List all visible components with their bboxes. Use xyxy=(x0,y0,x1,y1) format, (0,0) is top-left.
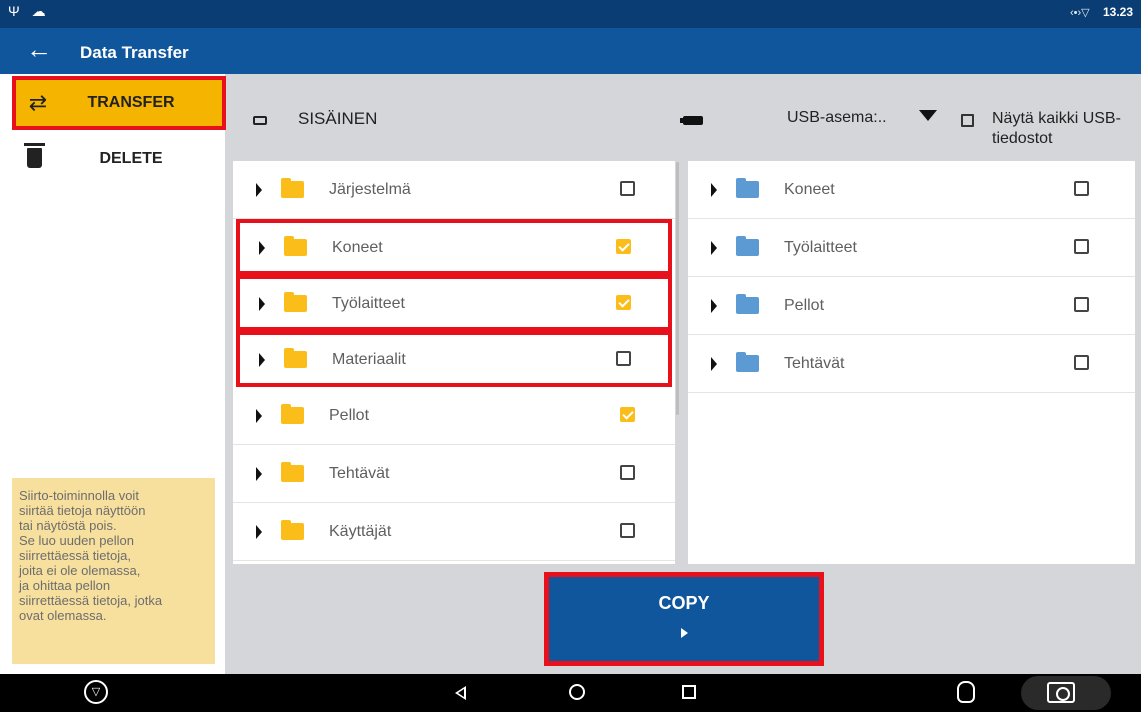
expand-arrow-icon[interactable] xyxy=(711,299,717,313)
trash-icon xyxy=(12,143,56,174)
list-item[interactable]: Työlaitteet xyxy=(236,275,672,331)
data-transfer-screen: Ψ ☁ ‹•›▽ 13.23 ← Data Transfer ⇄ TRANSFE… xyxy=(0,0,1141,712)
list-item[interactable]: Pellot xyxy=(233,387,675,445)
list-item[interactable]: Järjestelmä xyxy=(233,161,675,219)
page-title: Data Transfer xyxy=(80,43,189,62)
status-bar: Ψ ☁ ‹•›▽ 13.23 xyxy=(0,0,1141,28)
recents-icon[interactable] xyxy=(682,685,696,699)
transfer-arrows-icon: ⇄ xyxy=(28,90,48,115)
folder-icon xyxy=(281,404,304,424)
expand-arrow-icon[interactable] xyxy=(256,409,262,423)
expand-arrow-icon[interactable] xyxy=(256,467,262,481)
internal-folder-list: Järjestelmä Koneet Työlaitteet Materiaal… xyxy=(233,161,675,564)
folder-icon xyxy=(281,462,304,482)
folder-label: Pellot xyxy=(329,407,370,424)
expand-arrow-icon[interactable] xyxy=(711,241,717,255)
list-item[interactable]: Koneet xyxy=(688,161,1135,219)
list-item[interactable]: Tehtävät xyxy=(233,445,675,503)
folder-icon xyxy=(736,352,759,372)
back-icon[interactable] xyxy=(455,686,466,700)
folder-checkbox[interactable] xyxy=(620,181,635,196)
list-scrollbar[interactable] xyxy=(676,162,679,415)
internal-storage-label: SISÄINEN xyxy=(298,109,378,128)
folder-label: Koneet xyxy=(332,239,383,256)
back-arrow-icon[interactable]: ← xyxy=(26,36,52,62)
list-item[interactable]: Pellot xyxy=(688,277,1135,335)
copy-button-label: COPY xyxy=(658,593,710,613)
clock: 13.23 xyxy=(1102,5,1133,19)
usb-folder-list: Koneet Työlaitteet Pellot Tehtävät xyxy=(688,161,1135,564)
folder-checkbox[interactable] xyxy=(616,239,631,254)
folder-icon xyxy=(284,348,307,368)
bug-icon[interactable] xyxy=(957,681,975,703)
sidebar-item-label: DELETE xyxy=(99,150,163,167)
folder-icon xyxy=(284,292,307,312)
folder-checkbox[interactable] xyxy=(1074,297,1089,312)
folder-label: Tehtävät xyxy=(329,465,390,482)
folder-icon xyxy=(281,520,304,540)
usb-drive-select[interactable]: USB-asema:.. xyxy=(787,109,887,127)
list-item[interactable]: Käyttäjät xyxy=(233,503,675,561)
folder-icon xyxy=(281,178,304,198)
folder-icon xyxy=(736,236,759,256)
list-item[interactable]: Koneet xyxy=(236,219,672,275)
sidebar-item-label: TRANSFER xyxy=(87,94,175,111)
expand-arrow-icon[interactable] xyxy=(256,183,262,197)
system-nav-bar: ▽ xyxy=(0,674,1141,712)
folder-label: Järjestelmä xyxy=(329,181,411,198)
expand-arrow-icon[interactable] xyxy=(711,183,717,197)
show-all-usb-label: Näytä kaikki USB-tiedostot xyxy=(992,110,1121,147)
device-icon xyxy=(253,116,267,125)
folder-checkbox[interactable] xyxy=(616,351,631,366)
internal-storage-header: SISÄINEN xyxy=(233,88,678,154)
folder-label: Työlaitteet xyxy=(784,239,857,256)
home-icon[interactable] xyxy=(569,684,585,700)
dropdown-caret-icon[interactable] xyxy=(919,110,937,121)
list-item[interactable]: Työlaitteet xyxy=(688,219,1135,277)
folder-checkbox[interactable] xyxy=(1074,239,1089,254)
app-bar: ← Data Transfer xyxy=(0,28,1141,74)
show-all-usb-checkbox[interactable] xyxy=(961,114,974,127)
folder-checkbox[interactable] xyxy=(620,465,635,480)
network-icon: ‹•›▽ xyxy=(1069,7,1090,19)
folder-label: Käyttäjät xyxy=(329,523,392,540)
usb-drive-icon xyxy=(680,116,703,125)
sidebar-item-delete[interactable]: DELETE xyxy=(12,132,226,186)
expand-arrow-icon[interactable] xyxy=(259,353,265,367)
status-right: ‹•›▽ 13.23 xyxy=(1070,5,1133,19)
expand-arrow-icon[interactable] xyxy=(259,297,265,311)
list-item[interactable]: Tehtävät xyxy=(688,335,1135,393)
sidebar: ⇄ TRANSFER DELETE Siirto-toiminnolla voi… xyxy=(0,74,226,674)
folder-label: Materiaalit xyxy=(332,351,406,368)
folder-checkbox[interactable] xyxy=(616,295,631,310)
folder-checkbox[interactable] xyxy=(620,407,635,422)
usb-storage-header: USB-asema:.. Näytä kaikki USB-tiedostot xyxy=(678,88,1141,154)
expand-arrow-icon[interactable] xyxy=(259,241,265,255)
transfer-info-text: Siirto-toiminnolla voit siirtää tietoja … xyxy=(12,478,215,664)
folder-icon xyxy=(284,236,307,256)
folder-icon xyxy=(736,294,759,314)
status-left-icons: Ψ ☁ xyxy=(8,3,50,19)
folder-checkbox[interactable] xyxy=(1074,181,1089,196)
folder-label: Pellot xyxy=(784,297,825,314)
folder-label: Työlaitteet xyxy=(332,295,405,312)
folder-checkbox[interactable] xyxy=(620,523,635,538)
hv-logo-icon[interactable]: ▽ xyxy=(84,680,108,704)
folder-icon xyxy=(736,178,759,198)
list-item[interactable]: Materiaalit xyxy=(236,331,672,387)
play-arrow-icon xyxy=(680,628,688,638)
sidebar-item-transfer[interactable]: ⇄ TRANSFER xyxy=(12,76,226,130)
copy-button[interactable]: COPY xyxy=(544,572,824,666)
expand-arrow-icon[interactable] xyxy=(711,357,717,371)
camera-icon[interactable] xyxy=(1047,682,1075,703)
expand-arrow-icon[interactable] xyxy=(256,525,262,539)
folder-checkbox[interactable] xyxy=(1074,355,1089,370)
folder-label: Koneet xyxy=(784,181,835,198)
folder-label: Tehtävät xyxy=(784,355,845,372)
